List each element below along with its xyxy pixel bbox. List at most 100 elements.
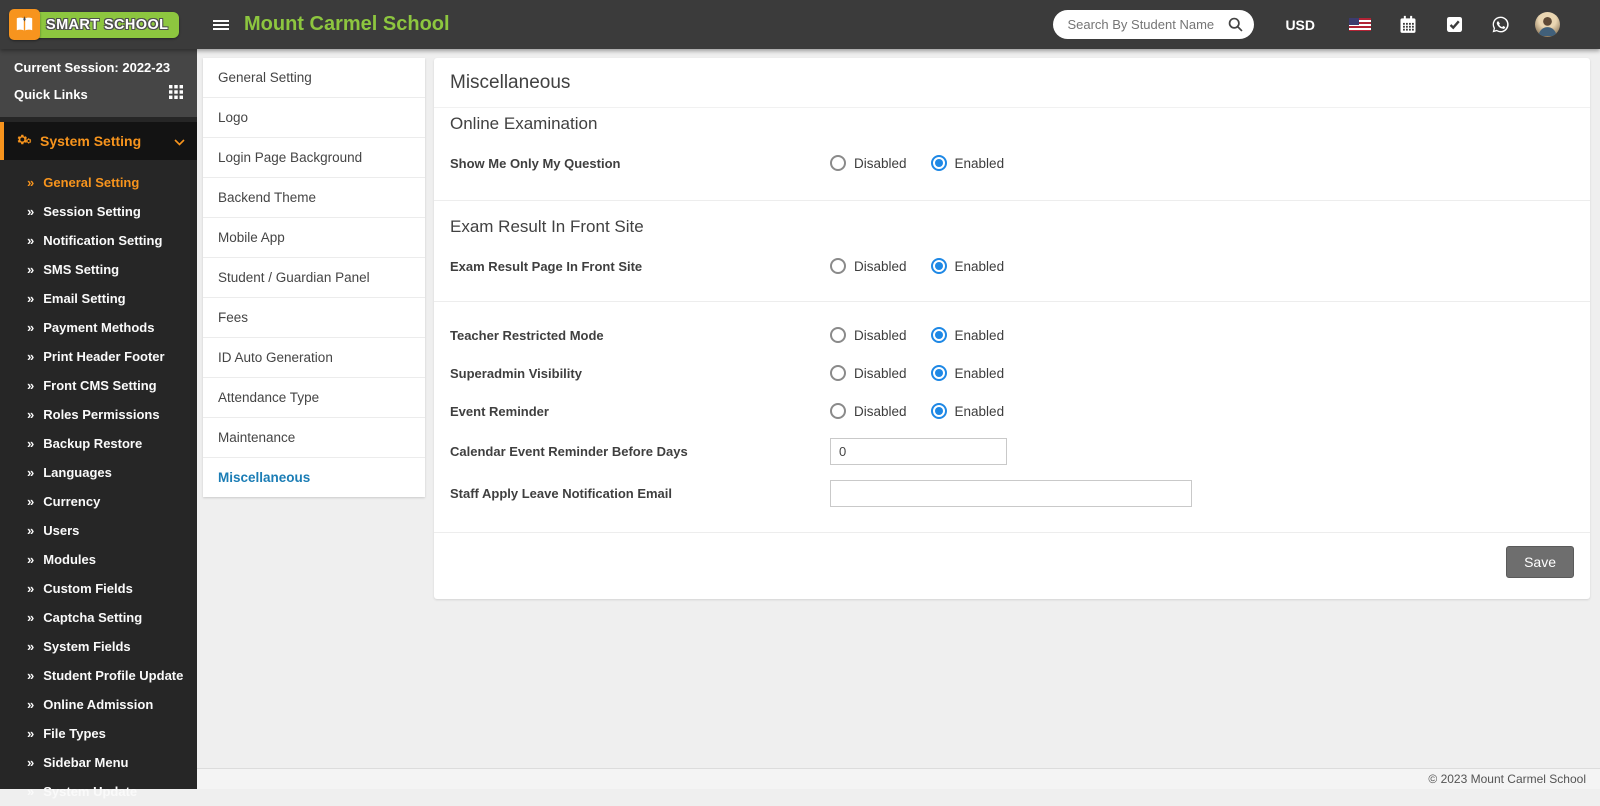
double-chevron-right-icon: » — [27, 639, 34, 654]
gears-icon — [15, 132, 32, 150]
hamburger-menu-icon[interactable] — [213, 20, 229, 30]
settings-tab[interactable]: Attendance Type — [203, 378, 425, 418]
sidebar-item[interactable]: » Custom Fields — [0, 574, 197, 603]
setting-label: Superadmin Visibility — [450, 366, 830, 381]
radio-circle-icon — [830, 155, 846, 171]
settings-tab[interactable]: Miscellaneous — [203, 458, 425, 497]
miscellaneous-card: Miscellaneous Online Examination Show Me… — [434, 58, 1590, 599]
sidebar-item[interactable]: » Roles Permissions — [0, 400, 197, 429]
sidebar-item[interactable]: » General Setting — [0, 168, 197, 197]
currency-selector[interactable]: USD — [1285, 17, 1315, 33]
quick-links-label: Quick Links — [14, 87, 88, 102]
whatsapp-icon[interactable] — [1491, 15, 1510, 34]
sidebar-item-label: Languages — [43, 465, 112, 480]
exam-result-heading: Exam Result In Front Site — [434, 201, 1590, 247]
sidebar-item[interactable]: » SMS Setting — [0, 255, 197, 284]
settings-tab[interactable]: Maintenance — [203, 418, 425, 458]
search-icon[interactable] — [1225, 14, 1246, 35]
radio-enabled[interactable]: Enabled — [931, 155, 1005, 171]
calendar-event-days-input[interactable] — [830, 438, 1007, 465]
double-chevron-right-icon: » — [27, 204, 34, 219]
sidebar-item[interactable]: » Print Header Footer — [0, 342, 197, 371]
setting-label: Exam Result Page In Front Site — [450, 259, 830, 274]
sidebar-item-label: Payment Methods — [43, 320, 154, 335]
us-flag-icon[interactable] — [1349, 18, 1371, 31]
sidebar-item-label: Custom Fields — [43, 581, 133, 596]
settings-tab-label: Logo — [218, 110, 248, 125]
sidebar-item[interactable]: » Captcha Setting — [0, 603, 197, 632]
settings-tab[interactable]: Student / Guardian Panel — [203, 258, 425, 298]
radio-enabled[interactable]: Enabled — [931, 258, 1005, 274]
settings-tab[interactable]: General Setting — [203, 58, 425, 98]
radio-disabled[interactable]: Disabled — [830, 403, 907, 419]
radio-disabled[interactable]: Disabled — [830, 258, 907, 274]
radio-label: Enabled — [955, 259, 1005, 274]
quick-links[interactable]: Quick Links — [14, 85, 183, 104]
sidebar-item[interactable]: » Payment Methods — [0, 313, 197, 342]
user-avatar[interactable] — [1535, 12, 1560, 37]
sidebar-item[interactable]: » Users — [0, 516, 197, 545]
sidebar-item[interactable]: » Backup Restore — [0, 429, 197, 458]
calendar-icon[interactable] — [1398, 15, 1418, 35]
sidebar-item-label: Online Admission — [43, 697, 153, 712]
sidebar-item-label: System Update — [43, 784, 137, 799]
radio-enabled[interactable]: Enabled — [931, 327, 1005, 343]
sidebar-item-label: Currency — [43, 494, 100, 509]
settings-tab[interactable]: Login Page Background — [203, 138, 425, 178]
settings-tab-label: ID Auto Generation — [218, 350, 333, 365]
settings-tab[interactable]: Fees — [203, 298, 425, 338]
radio-disabled[interactable]: Disabled — [830, 365, 907, 381]
radio-label: Disabled — [854, 366, 907, 381]
online-examination-heading: Online Examination — [434, 108, 1590, 144]
sidebar-item[interactable]: » Email Setting — [0, 284, 197, 313]
student-search-box — [1053, 10, 1254, 39]
sidebar-item[interactable]: » Sidebar Menu — [0, 748, 197, 777]
sidebar-item[interactable]: » System Update — [0, 777, 197, 806]
setting-label: Show Me Only My Question — [450, 156, 830, 171]
sidebar-item[interactable]: » Currency — [0, 487, 197, 516]
radio-circle-icon — [830, 327, 846, 343]
settings-tab-label: Attendance Type — [218, 390, 319, 405]
sidebar-item[interactable]: » Online Admission — [0, 690, 197, 719]
settings-tab[interactable]: Mobile App — [203, 218, 425, 258]
app-logo[interactable]: SMART SCHOOL — [0, 0, 197, 49]
settings-tab[interactable]: ID Auto Generation — [203, 338, 425, 378]
sidebar-item[interactable]: » Notification Setting — [0, 226, 197, 255]
sidebar-item-label: Modules — [43, 552, 96, 567]
double-chevron-right-icon: » — [27, 436, 34, 451]
radio-circle-icon — [931, 258, 947, 274]
radio-label: Disabled — [854, 328, 907, 343]
save-button[interactable]: Save — [1506, 546, 1574, 578]
radio-label: Enabled — [955, 328, 1005, 343]
sidebar-item[interactable]: » Languages — [0, 458, 197, 487]
row-calendar-event-reminder: Calendar Event Reminder Before Days — [434, 430, 1590, 472]
radio-enabled[interactable]: Enabled — [931, 365, 1005, 381]
setting-label: Staff Apply Leave Notification Email — [450, 486, 830, 501]
sidebar-item-label: SMS Setting — [43, 262, 119, 277]
settings-tab[interactable]: Logo — [203, 98, 425, 138]
settings-tab[interactable]: Backend Theme — [203, 178, 425, 218]
radio-disabled[interactable]: Disabled — [830, 327, 907, 343]
radio-disabled[interactable]: Disabled — [830, 155, 907, 171]
grid-menu-icon[interactable] — [169, 85, 183, 104]
page-title: Miscellaneous — [434, 58, 1590, 108]
sidebar-item-label: Front CMS Setting — [43, 378, 156, 393]
sidebar-item[interactable]: » Student Profile Update — [0, 661, 197, 690]
radio-enabled[interactable]: Enabled — [931, 403, 1005, 419]
double-chevron-right-icon: » — [27, 755, 34, 770]
sidebar-section-system-setting[interactable]: System Setting — [0, 122, 197, 160]
sidebar-item[interactable]: » Session Setting — [0, 197, 197, 226]
radio-label: Enabled — [955, 404, 1005, 419]
sidebar-item[interactable]: » Modules — [0, 545, 197, 574]
double-chevron-right-icon: » — [27, 175, 34, 190]
row-exam-result-page: Exam Result Page In Front Site Disabled … — [434, 247, 1590, 285]
sidebar-item[interactable]: » Front CMS Setting — [0, 371, 197, 400]
sidebar-item[interactable]: » File Types — [0, 719, 197, 748]
current-session-label: Current Session: 2022-23 — [14, 60, 183, 75]
search-input[interactable] — [1067, 17, 1225, 32]
staff-leave-email-input[interactable] — [830, 480, 1192, 507]
logo-text: SMART SCHOOL — [31, 12, 179, 38]
settings-tab-label: Miscellaneous — [218, 470, 310, 485]
task-check-icon[interactable] — [1445, 15, 1464, 34]
sidebar-item[interactable]: » System Fields — [0, 632, 197, 661]
